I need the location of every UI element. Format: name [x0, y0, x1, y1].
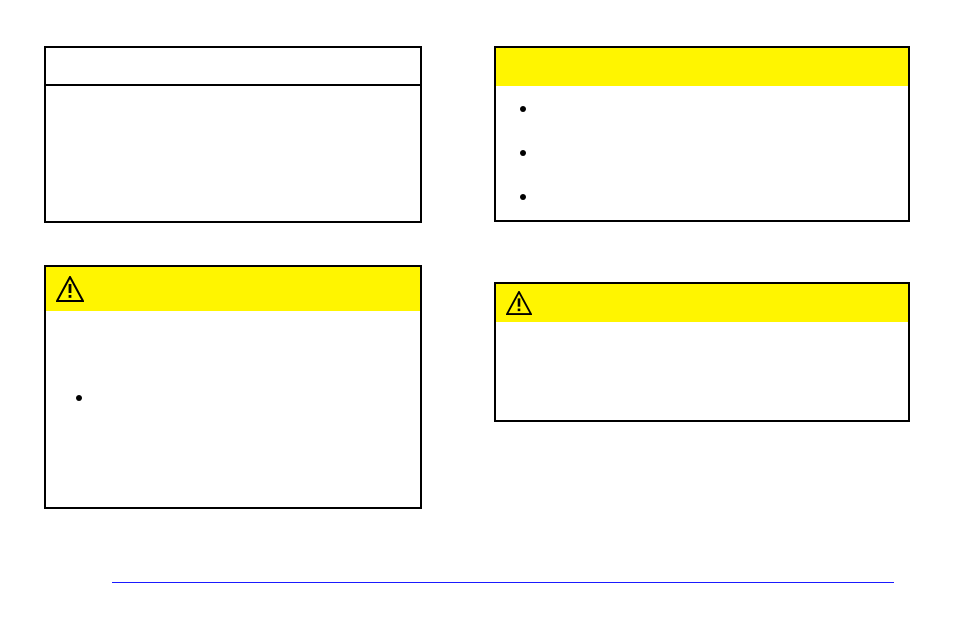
- caution-body-right-top: [496, 86, 908, 220]
- caution-header-right-bottom: [496, 284, 908, 322]
- footer-divider: [112, 582, 894, 583]
- notice-body: [46, 86, 420, 221]
- bullet-icon: [76, 395, 82, 401]
- bullet-icon: [520, 194, 526, 200]
- list-item: [520, 102, 900, 112]
- notice-header: [46, 48, 420, 86]
- caution-header-right-top: [496, 48, 908, 86]
- list-item: [76, 391, 412, 401]
- caution-body-left: [46, 311, 420, 507]
- bullet-icon: [520, 106, 526, 112]
- caution-body-right-bottom: [496, 322, 908, 420]
- right-column: [494, 46, 910, 509]
- caution-header-left: [46, 267, 420, 311]
- warning-triangle-icon: [506, 291, 532, 315]
- caution-box-left: [44, 265, 422, 509]
- list-item: [520, 190, 900, 200]
- warning-triangle-icon: [56, 276, 84, 302]
- caution-box-right-bottom: [494, 282, 910, 422]
- caution-box-right-top: [494, 46, 910, 222]
- list-item: [520, 146, 900, 156]
- left-column: [44, 46, 458, 509]
- page-columns: [0, 0, 954, 509]
- bullet-icon: [520, 150, 526, 156]
- notice-box: [44, 46, 422, 223]
